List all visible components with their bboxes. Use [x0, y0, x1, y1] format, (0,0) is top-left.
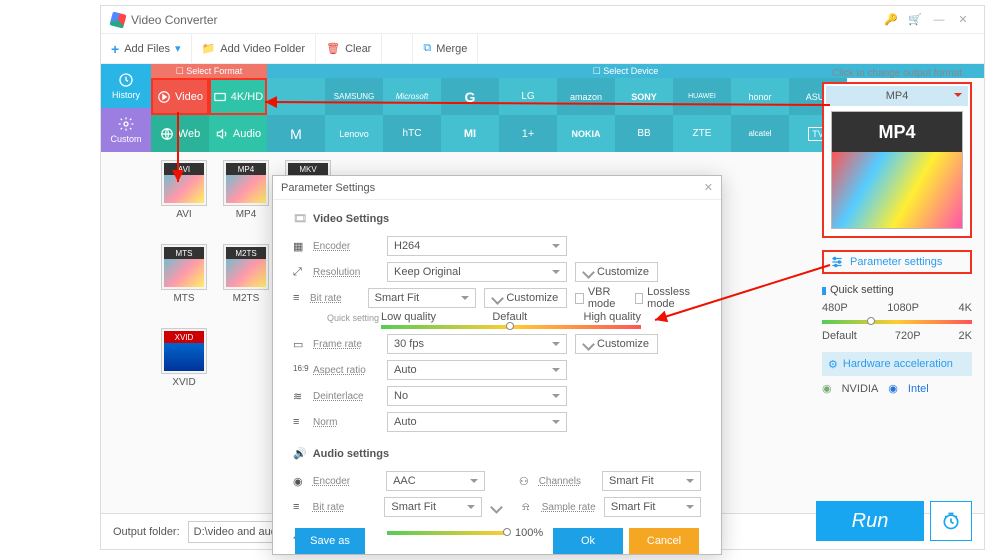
brand-zte[interactable]: ZTE: [673, 115, 731, 152]
brand-amazon[interactable]: amazon: [557, 78, 615, 115]
click-to-change-label: Click to change output format: [822, 68, 972, 79]
key-icon[interactable]: 🔑: [880, 9, 902, 31]
video-encoder-select[interactable]: H264: [387, 236, 567, 256]
brand-sony[interactable]: SONY: [615, 78, 673, 115]
history-button[interactable]: History: [101, 64, 151, 108]
brand-huawei[interactable]: HUAWEI: [673, 78, 731, 115]
aspect-select[interactable]: Auto: [387, 360, 567, 380]
brand-blackberry[interactable]: BB: [615, 115, 673, 152]
toolbar: +Add Files▾ 📁Add Video Folder 🗑Clear ⧉Me…: [101, 34, 984, 64]
brand-alcatel[interactable]: alcatel: [731, 115, 789, 152]
channels-select[interactable]: Smart Fit: [602, 471, 701, 491]
brand-nokia[interactable]: NOKIA: [557, 115, 615, 152]
brand-apple[interactable]: [267, 78, 325, 115]
thumb-xvid[interactable]: XVIDXVID: [155, 328, 213, 404]
dialog-titlebar: Parameter Settings ✕: [273, 176, 721, 200]
brand-moto[interactable]: M: [267, 115, 325, 152]
save-as-button[interactable]: Save as: [295, 528, 365, 554]
brand-microsoft[interactable]: Microsoft: [383, 78, 441, 115]
format-4khd[interactable]: 4K/HD: [209, 78, 267, 115]
dialog-title: Parameter Settings: [281, 182, 375, 194]
schedule-button[interactable]: [930, 501, 972, 541]
framerate-select[interactable]: 30 fps: [387, 334, 567, 354]
quick-setting-block: Quick setting 480P1080P4K Default720P2K: [822, 284, 972, 342]
norm-select[interactable]: Auto: [387, 412, 567, 432]
output-format-preview: MP4: [831, 111, 963, 229]
brand-samsung[interactable]: SAMSUNG: [325, 78, 383, 115]
deinterlace-select[interactable]: No: [387, 386, 567, 406]
quick-setting-label: Quick setting: [822, 284, 972, 296]
format-web[interactable]: Web: [151, 115, 209, 152]
brand-oneplus[interactable]: 1+: [499, 115, 557, 152]
app-logo-icon: [109, 11, 126, 28]
quick-setting-slider[interactable]: [822, 320, 972, 324]
thumb-mp4[interactable]: MP4MP4: [217, 160, 275, 236]
video-settings-header: 🎞Video Settings: [293, 212, 701, 225]
merge-button[interactable]: ⧉Merge: [412, 34, 478, 63]
audio-encoder-select[interactable]: AAC: [386, 471, 485, 491]
select-format-head: ☐ Select Format: [151, 64, 267, 78]
thumb-mts[interactable]: MTSMTS: [155, 244, 213, 320]
brand-htc[interactable]: hTC: [383, 115, 441, 152]
titlebar: Video Converter 🔑 🛒 — ✕: [101, 6, 984, 34]
video-bitrate-select[interactable]: Smart Fit: [368, 288, 477, 308]
brand-mi[interactable]: MI: [441, 115, 499, 152]
parameter-settings-dialog: Parameter Settings ✕ 🎞Video Settings ▦En…: [272, 175, 722, 555]
minimize-button[interactable]: —: [928, 9, 950, 31]
quality-slider[interactable]: [381, 325, 641, 329]
output-format-dropdown: MP4: [826, 86, 968, 106]
brand-lg[interactable]: LG: [499, 78, 557, 115]
app-title: Video Converter: [131, 13, 218, 27]
add-files-button[interactable]: +Add Files▾: [101, 34, 192, 63]
brand-honor[interactable]: honor: [731, 78, 789, 115]
audio-bitrate-select[interactable]: Smart Fit: [384, 497, 481, 517]
framerate-customize-button[interactable]: Customize: [575, 334, 658, 354]
dialog-close-icon[interactable]: ✕: [704, 181, 713, 194]
brand-lenovo[interactable]: Lenovo: [325, 115, 383, 152]
clear-button[interactable]: 🗑Clear: [316, 34, 382, 63]
cart-icon[interactable]: 🛒: [904, 9, 926, 31]
lossless-checkbox[interactable]: Lossless mode: [635, 286, 701, 310]
right-panel: Click to change output format MP4 MP4 Pa…: [822, 68, 972, 395]
add-folder-button[interactable]: 📁Add Video Folder: [192, 34, 317, 63]
close-button[interactable]: ✕: [952, 9, 974, 31]
run-button[interactable]: Run: [816, 501, 924, 541]
resolution-customize-button[interactable]: Customize: [575, 262, 658, 282]
thumb-m2ts[interactable]: M2TSM2TS: [217, 244, 275, 320]
brand-google[interactable]: G: [441, 78, 499, 115]
dialog-footer: Save as Ok Cancel: [273, 528, 721, 554]
cancel-button[interactable]: Cancel: [629, 528, 699, 554]
format-audio[interactable]: Audio: [209, 115, 267, 152]
output-format-box[interactable]: MP4 MP4: [822, 82, 972, 238]
bitrate-customize-button[interactable]: Customize: [484, 288, 567, 308]
audio-settings-header: 🔊Audio settings: [293, 447, 701, 460]
samplerate-select[interactable]: Smart Fit: [604, 497, 701, 517]
hardware-accel-button[interactable]: ⚙Hardware acceleration: [822, 352, 972, 376]
ok-button[interactable]: Ok: [553, 528, 623, 554]
side-column: History Custom: [101, 64, 151, 152]
parameter-settings-link[interactable]: Parameter settings: [822, 250, 972, 274]
resolution-select[interactable]: Keep Original: [387, 262, 567, 282]
format-video[interactable]: Video: [151, 78, 209, 115]
custom-button[interactable]: Custom: [101, 108, 151, 152]
output-folder-label: Output folder:: [113, 526, 180, 538]
gpu-row: ◉NVIDIA ◉Intel: [822, 382, 972, 395]
thumb-avi[interactable]: AVIAVI: [155, 160, 213, 236]
vbr-checkbox[interactable]: VBR mode: [575, 286, 626, 310]
